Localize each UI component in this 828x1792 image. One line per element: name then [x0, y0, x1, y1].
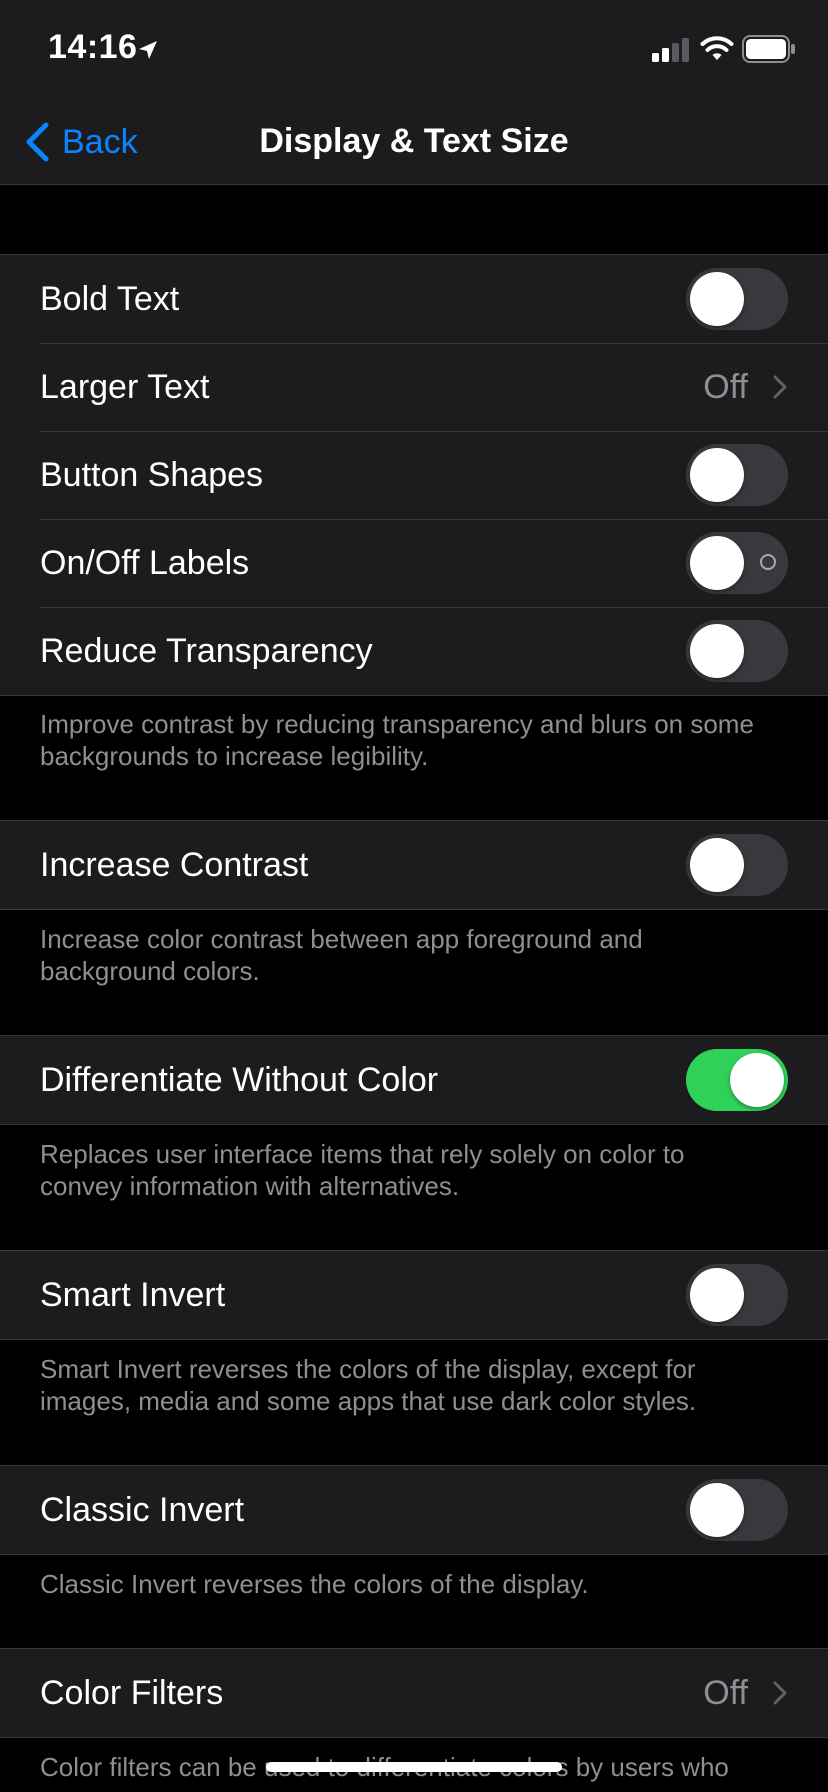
chevron-right-icon: [773, 375, 787, 399]
wifi-icon: [700, 36, 734, 60]
toggle-knob: [690, 1483, 744, 1537]
button-shapes-row: Button Shapes: [0, 431, 828, 519]
differentiate-without-color-label: Differentiate Without Color: [40, 1060, 439, 1099]
increase-contrast-toggle[interactable]: [686, 834, 788, 896]
cellular-signal-icon: [652, 38, 689, 62]
classic-invert-footer: Classic Invert reverses the colors of th…: [40, 1569, 589, 1599]
on-off-labels-toggle[interactable]: [686, 532, 788, 594]
differentiate-without-color-row: Differentiate Without Color: [0, 1036, 828, 1124]
classic-invert-label: Classic Invert: [40, 1490, 245, 1529]
color-filters-group: Color Filters Off: [0, 1648, 828, 1738]
differentiate-without-color-group: Differentiate Without Color: [0, 1035, 828, 1125]
reduce-transparency-label: Reduce Transparency: [40, 631, 373, 670]
increase-contrast-group: Increase Contrast: [0, 820, 828, 910]
location-arrow-icon: [139, 41, 157, 59]
toggle-knob: [690, 1268, 744, 1322]
off-label-ring-icon: [760, 554, 776, 570]
on-off-labels-row: On/Off Labels: [0, 519, 828, 607]
increase-contrast-footer: Increase color contrast between app fore…: [40, 924, 643, 986]
smart-invert-footer: Smart Invert reverses the colors of the …: [40, 1354, 697, 1416]
increase-contrast-label: Increase Contrast: [40, 845, 309, 884]
color-filters-value: Off: [703, 1673, 748, 1712]
chevron-right-icon: [773, 1681, 787, 1705]
smart-invert-row: Smart Invert: [0, 1251, 828, 1339]
toggle-knob: [690, 536, 744, 590]
on-off-labels-label: On/Off Labels: [40, 543, 250, 582]
toggle-knob: [690, 272, 744, 326]
larger-text-value: Off: [703, 367, 748, 406]
color-filters-label: Color Filters: [40, 1673, 224, 1712]
text-options-group: Bold Text Larger Text Off Button Shapes …: [0, 254, 828, 696]
status-time: 14:16: [48, 28, 138, 66]
toggle-knob: [690, 838, 744, 892]
page-title: Display & Text Size: [259, 122, 569, 160]
differentiate-without-color-footer: Replaces user interface items that rely …: [40, 1139, 685, 1201]
reduce-transparency-toggle[interactable]: [686, 620, 788, 682]
button-shapes-label: Button Shapes: [40, 455, 264, 494]
toggle-knob: [730, 1053, 784, 1107]
bold-text-toggle[interactable]: [686, 268, 788, 330]
status-bar: 14:16: [0, 0, 828, 100]
smart-invert-group: Smart Invert: [0, 1250, 828, 1340]
bold-text-label: Bold Text: [40, 279, 180, 318]
nav-bar: Back Display & Text Size: [0, 100, 828, 185]
battery-icon: [742, 35, 795, 63]
bold-text-row: Bold Text: [0, 255, 828, 343]
smart-invert-toggle[interactable]: [686, 1264, 788, 1326]
button-shapes-toggle[interactable]: [686, 444, 788, 506]
differentiate-without-color-toggle[interactable]: [686, 1049, 788, 1111]
larger-text-label: Larger Text: [40, 367, 210, 406]
increase-contrast-row: Increase Contrast: [0, 821, 828, 909]
home-indicator[interactable]: [266, 1762, 562, 1772]
classic-invert-row: Classic Invert: [0, 1466, 828, 1554]
smart-invert-label: Smart Invert: [40, 1275, 226, 1314]
classic-invert-toggle[interactable]: [686, 1479, 788, 1541]
color-filters-row[interactable]: Color Filters Off: [0, 1649, 828, 1737]
toggle-knob: [690, 624, 744, 678]
reduce-transparency-footer: Improve contrast by reducing transparenc…: [40, 709, 754, 771]
toggle-knob: [690, 448, 744, 502]
reduce-transparency-row: Reduce Transparency: [0, 607, 828, 695]
larger-text-row[interactable]: Larger Text Off: [0, 343, 828, 431]
classic-invert-group: Classic Invert: [0, 1465, 828, 1555]
